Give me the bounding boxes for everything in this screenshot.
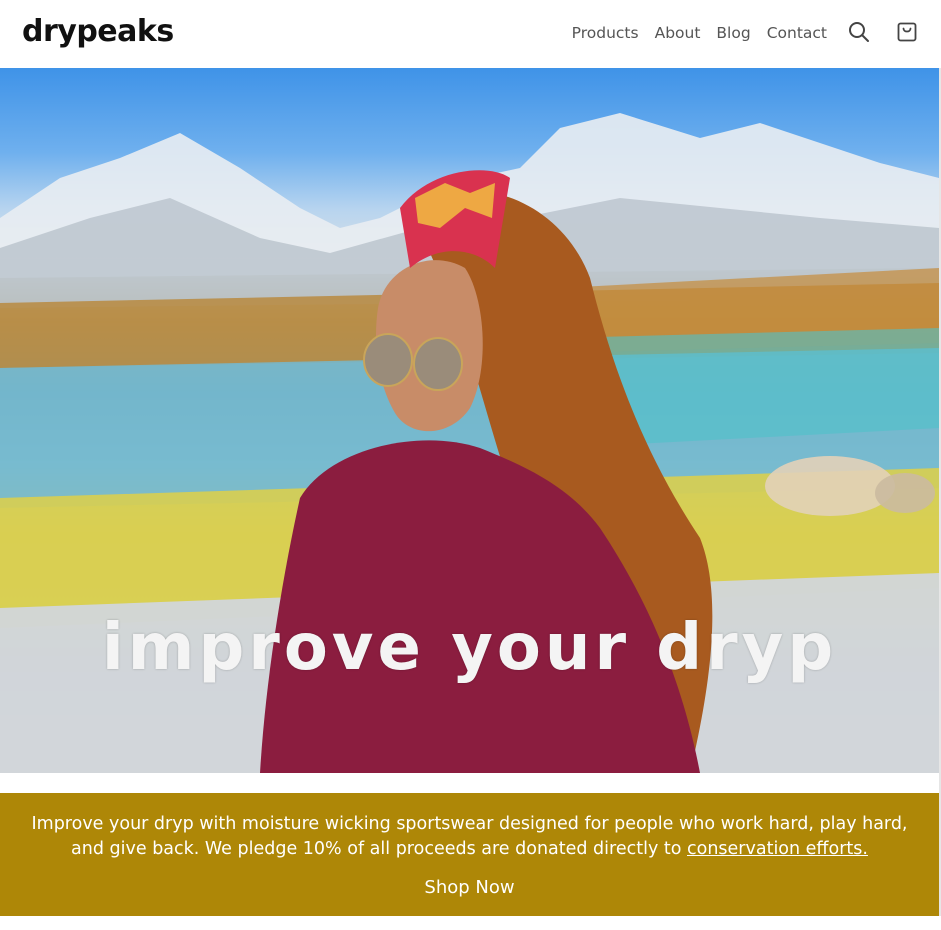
nav-products[interactable]: Products — [572, 22, 639, 44]
conservation-link[interactable]: conservation efforts. — [687, 839, 868, 859]
nav-about[interactable]: About — [655, 22, 701, 44]
shop-now-button[interactable]: Shop Now — [0, 876, 939, 900]
promo-text: Improve your dryp with moisture wicking … — [20, 812, 919, 862]
nav-blog[interactable]: Blog — [716, 22, 750, 44]
hero-overlay-text: improve your dryp — [101, 611, 838, 685]
promo-banner: Improve your dryp with moisture wicking … — [0, 793, 939, 916]
main-nav: Products About Blog Contact — [556, 22, 827, 44]
cart-icon[interactable] — [895, 20, 919, 44]
hero-banner: improve your dryp — [0, 68, 939, 773]
page: drypeaks Products About Blog Contact imp… — [0, 0, 941, 930]
search-icon[interactable] — [847, 20, 871, 44]
site-logo[interactable]: drypeaks — [22, 14, 174, 50]
site-header: drypeaks Products About Blog Contact — [0, 0, 941, 66]
nav-contact[interactable]: Contact — [767, 22, 827, 44]
